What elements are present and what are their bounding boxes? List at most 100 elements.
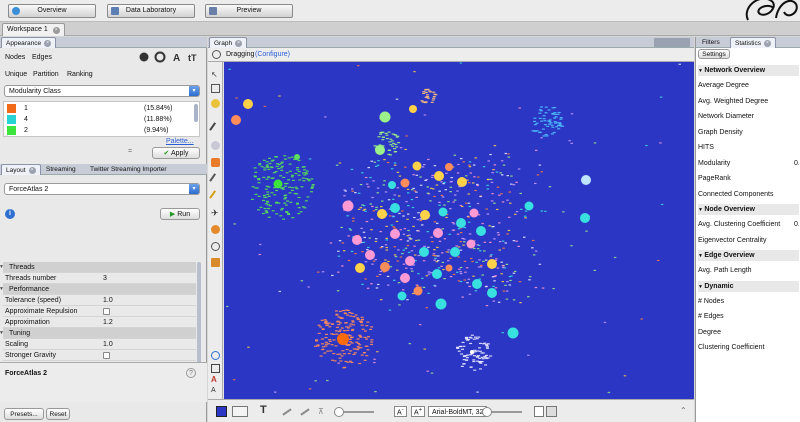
- graph-edge-stub[interactable]: [533, 117, 537, 119]
- graph-edge-stub[interactable]: [593, 142, 597, 144]
- graph-edge-stub[interactable]: [519, 302, 522, 304]
- graph-edge-stub[interactable]: [435, 184, 439, 186]
- graph-edge-stub[interactable]: [323, 352, 327, 354]
- graph-edge-stub[interactable]: [417, 254, 421, 257]
- graph-edge-stub[interactable]: [659, 96, 663, 98]
- graph-edge-stub[interactable]: [538, 112, 542, 114]
- graph-node[interactable]: [352, 235, 362, 245]
- directed-selection-icon[interactable]: [211, 242, 220, 251]
- graph-edge-stub[interactable]: [445, 216, 448, 219]
- graph-edge-stub[interactable]: [297, 212, 301, 215]
- graph-edge-stub[interactable]: [281, 187, 285, 189]
- graph-edge-stub[interactable]: [371, 205, 374, 208]
- statistic-item[interactable]: Graph Density: [698, 125, 799, 141]
- graph-edge-stub[interactable]: [279, 162, 283, 164]
- graph-edge-stub[interactable]: [431, 241, 434, 243]
- graph-edge-stub[interactable]: [267, 195, 271, 197]
- graph-edge-stub[interactable]: [549, 122, 553, 124]
- graph-edge-stub[interactable]: [392, 216, 395, 218]
- statistic-item[interactable]: Avg. Path Length: [698, 263, 799, 279]
- graph-edge-stub[interactable]: [274, 156, 278, 158]
- slider-thumb[interactable]: [482, 407, 492, 417]
- graph-edge-stub[interactable]: [306, 196, 310, 198]
- graph-edge-stub[interactable]: [538, 117, 542, 120]
- graph-edge-stub[interactable]: [469, 342, 473, 345]
- graph-edge-stub[interactable]: [374, 391, 377, 393]
- graph-edge-stub[interactable]: [410, 189, 414, 191]
- palette-link[interactable]: Palette...: [166, 138, 194, 145]
- graph-edge-stub[interactable]: [341, 265, 344, 267]
- graph-edge-stub[interactable]: [512, 299, 516, 301]
- graph-edge-stub[interactable]: [457, 350, 461, 352]
- edge-icon[interactable]: [282, 408, 292, 416]
- graph-edge-stub[interactable]: [474, 189, 477, 192]
- mode-partition[interactable]: Partition: [33, 71, 59, 78]
- graph-edge-stub[interactable]: [384, 259, 387, 261]
- graph-edge-stub[interactable]: [555, 126, 559, 128]
- size-modifier-icon[interactable]: [211, 225, 220, 234]
- graph-edge-stub[interactable]: [385, 225, 388, 227]
- graph-edge-stub[interactable]: [275, 189, 279, 192]
- graph-edge-stub[interactable]: [284, 197, 288, 199]
- graph-edge-stub[interactable]: [373, 361, 376, 364]
- graph-edge-stub[interactable]: [287, 157, 291, 159]
- graph-edge-stub[interactable]: [305, 178, 309, 180]
- graph-edge-stub[interactable]: [540, 171, 543, 173]
- label-color-button[interactable]: [534, 406, 544, 417]
- graph-edge-stub[interactable]: [397, 282, 401, 284]
- graph-edge-stub[interactable]: [517, 168, 521, 170]
- graph-edge-stub[interactable]: [412, 225, 415, 228]
- graph-node[interactable]: [524, 201, 534, 211]
- graph-edge-stub[interactable]: [415, 191, 418, 193]
- graph-edge-stub[interactable]: [310, 191, 314, 193]
- graph-edge-stub[interactable]: [660, 203, 664, 206]
- graph-edge-stub[interactable]: [354, 252, 357, 255]
- graph-edge-stub[interactable]: [416, 285, 419, 287]
- property-category[interactable]: ▼ Threads: [0, 262, 196, 273]
- graph-edge-stub[interactable]: [473, 336, 477, 338]
- graph-edge-stub[interactable]: [468, 182, 471, 184]
- graph-edge-stub[interactable]: [492, 169, 495, 171]
- graph-edge-stub[interactable]: [472, 164, 476, 166]
- graph-edge-stub[interactable]: [344, 309, 348, 311]
- graph-edge-stub[interactable]: [274, 171, 278, 173]
- graph-edge-stub[interactable]: [519, 192, 522, 195]
- graph-edge-stub[interactable]: [253, 175, 257, 177]
- graph-edge-stub[interactable]: [459, 266, 463, 269]
- graph-edge-stub[interactable]: [553, 121, 557, 123]
- graph-edge-stub[interactable]: [522, 236, 526, 238]
- graph-edge-stub[interactable]: [548, 123, 552, 125]
- graph-edge-stub[interactable]: [543, 124, 547, 126]
- graph-edge-stub[interactable]: [262, 159, 266, 161]
- graph-edge-stub[interactable]: [324, 321, 328, 323]
- graph-edge-stub[interactable]: [356, 342, 360, 345]
- graph-edge-stub[interactable]: [385, 134, 389, 136]
- graph-edge-stub[interactable]: [396, 135, 400, 137]
- graph-edge-stub[interactable]: [350, 168, 354, 171]
- graph-edge-stub[interactable]: [407, 251, 411, 253]
- graph-edge-stub[interactable]: [301, 177, 305, 179]
- graph-edge-stub[interactable]: [452, 201, 455, 203]
- graph-edge-stub[interactable]: [346, 314, 350, 316]
- graph-edge-stub[interactable]: [387, 284, 390, 286]
- presets-button[interactable]: Presets...: [4, 408, 44, 420]
- graph-edge-stub[interactable]: [272, 172, 276, 174]
- graph-edge-stub[interactable]: [473, 349, 477, 351]
- graph-edge-stub[interactable]: [473, 369, 477, 371]
- graph-node[interactable]: [342, 200, 354, 212]
- graph-edge-stub[interactable]: [427, 246, 430, 248]
- graph-edge-stub[interactable]: [493, 164, 497, 166]
- graph-edge-stub[interactable]: [508, 202, 512, 204]
- graph-edge-stub[interactable]: [468, 164, 471, 166]
- graph-edge-stub[interactable]: [370, 160, 373, 162]
- graph-edge-stub[interactable]: [477, 244, 481, 247]
- graph-edge-stub[interactable]: [326, 379, 329, 382]
- graph-edge-stub[interactable]: [438, 190, 441, 192]
- graph-edge-stub[interactable]: [342, 367, 346, 369]
- tab-layout[interactable]: Layout ×: [1, 164, 41, 175]
- graph-edge-stub[interactable]: [475, 338, 479, 340]
- graph-edge-stub[interactable]: [358, 362, 362, 365]
- graph-edge-stub[interactable]: [423, 164, 426, 166]
- graph-edge-stub[interactable]: [342, 353, 346, 355]
- graph-edge-stub[interactable]: [456, 271, 459, 273]
